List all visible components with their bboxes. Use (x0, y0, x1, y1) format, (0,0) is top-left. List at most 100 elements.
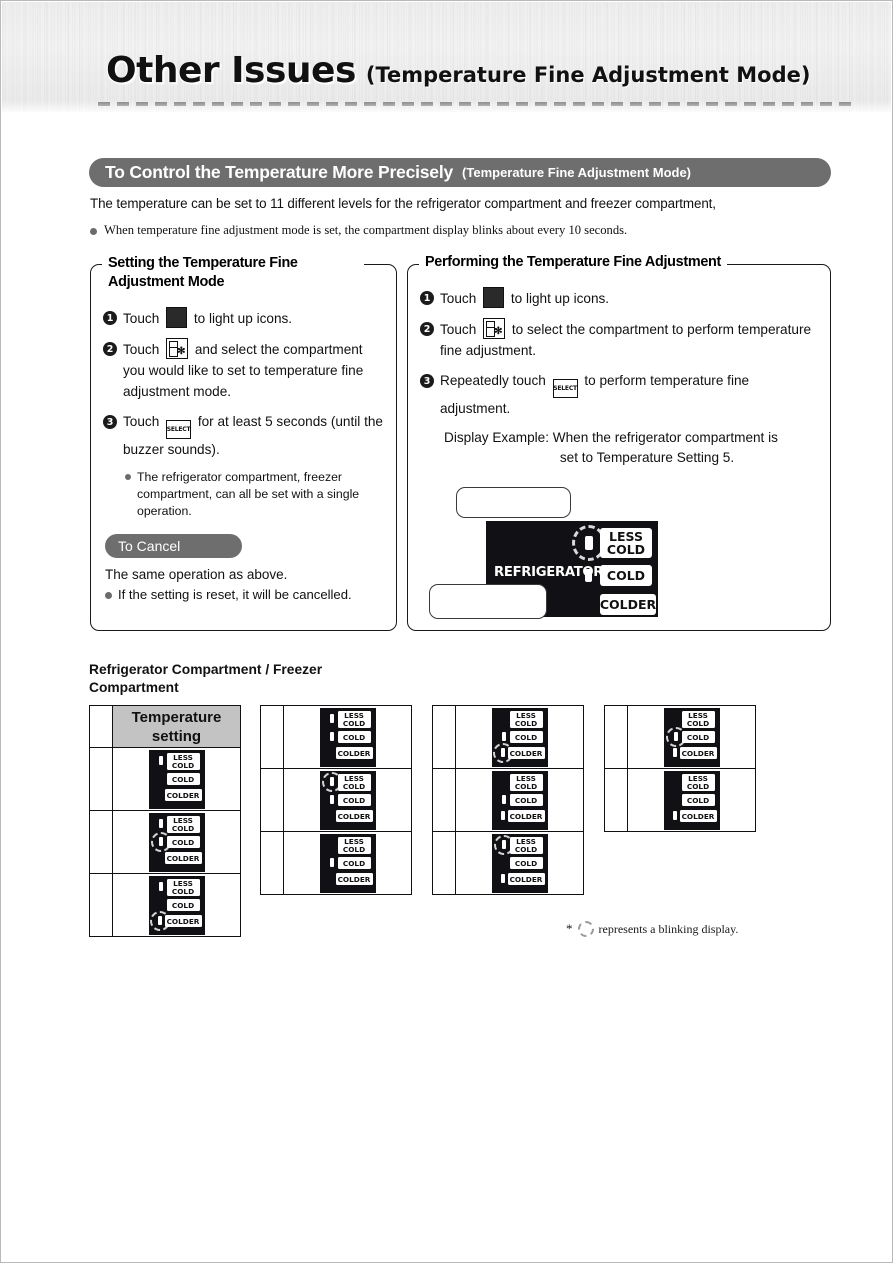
table-row: LESS COLD COLD COLDER (260, 831, 412, 895)
step-text: Touch SELECT for at least 5 seconds (unt… (123, 411, 386, 460)
cancel-instruction-text: The same operation as above. (105, 567, 288, 582)
label-less-cold: LESS COLD (337, 837, 371, 854)
step-pre-text: Touch (440, 322, 477, 337)
label-cold: COLD (166, 836, 200, 848)
table-header-row: Temperature setting (89, 705, 241, 748)
label-cold: COLD (600, 565, 652, 586)
bullet-dot-icon (125, 474, 131, 480)
label-less-cold: LESS COLD (166, 816, 200, 833)
led-less-cold (501, 840, 506, 849)
label-colder: COLDER (164, 789, 202, 801)
label-less-cold: LESS COLD (509, 837, 543, 854)
label-less-cold: LESS COLD (600, 528, 652, 558)
label-less-cold: LESS COLD (337, 711, 371, 728)
table-index-cell (260, 705, 284, 769)
mini-display: LESS COLD COLD COLDER (663, 771, 720, 830)
bullet-dot-icon (90, 228, 97, 235)
label-cold: COLD (681, 794, 715, 806)
setting-mode-steps: 1 Touch to light up icons. 2 Touch ✻ and… (103, 307, 386, 602)
step-pre-text: Touch (123, 342, 160, 357)
mini-display: LESS COLD COLD COLDER (663, 708, 720, 767)
label-colder: COLDER (507, 747, 545, 759)
performing-steps: 1 Touch to light up icons. 2 Touch ✻ to … (420, 287, 820, 468)
cancel-bullet-text: If the setting is reset, it will be canc… (118, 587, 352, 602)
table-column-header: Temperature setting (112, 705, 241, 748)
setting-mode-panel-title: Setting the Temperature Fine Adjustment … (102, 254, 364, 292)
display-example-caption: Display Example: When the refrigerator c… (444, 428, 820, 468)
label-colder: COLDER (679, 747, 717, 759)
temperature-table-column-2: LESS COLD COLD COLDER LESS COLD COLD COLDER LESS… (260, 705, 412, 895)
table-display-cell: LESS COLD COLD COLDER (112, 810, 241, 874)
temperature-table-column-4: LESS COLD COLD COLDER LESS COLD COLD COLDER (604, 705, 756, 832)
led-less-cold (158, 756, 163, 765)
table-index-cell (260, 768, 284, 832)
label-cold: COLD (509, 857, 543, 869)
display-example-line2: set to Temperature Setting 5. (559, 450, 735, 465)
led-cold (673, 732, 678, 741)
table-row: LESS COLD COLD COLDER (89, 747, 241, 811)
table-display-cell: LESS COLD COLD COLDER (112, 873, 241, 937)
table-display-cell: LESS COLD COLD COLDER (627, 768, 756, 832)
led-less-cold (158, 819, 163, 828)
label-colder: COLDER (335, 810, 373, 822)
mini-display: LESS COLD COLD COLDER (319, 771, 376, 830)
step-text: Touch to light up icons. (440, 287, 820, 309)
step-number-badge: 1 (420, 291, 434, 305)
step-number-badge: 3 (103, 415, 117, 429)
mini-display: LESS COLD COLD COLDER (148, 876, 205, 935)
led-cold (329, 795, 334, 804)
label-less-cold: LESS COLD (681, 774, 715, 791)
step-post-text: for at least 5 seconds (until the buzzer… (123, 414, 383, 457)
footnote-star: * (566, 921, 573, 936)
label-colder: COLDER (679, 810, 717, 822)
table-display-cell: LESS COLD COLD COLDER (283, 831, 412, 895)
label-less-cold: LESS COLD (166, 879, 200, 896)
step-text: Touch to light up icons. (123, 307, 386, 329)
led-less-cold (329, 714, 334, 723)
performing-adjustment-panel: Performing the Temperature Fine Adjustme… (407, 254, 831, 631)
step-pre-text: Touch (123, 414, 160, 429)
table-index-cell (432, 705, 456, 769)
table-section-heading: Refrigerator Compartment / Freezer Compa… (89, 662, 323, 695)
section-bullet-note: When temperature fine adjustment mode is… (90, 223, 850, 238)
label-colder: COLDER (600, 594, 656, 615)
header-main-title: Other Issues (106, 50, 356, 91)
setting-step-2: 2 Touch ✻ and select the compartment you… (103, 338, 386, 402)
setting-sub-bullet-text: The refrigerator compartment, freezer co… (137, 470, 360, 518)
step-pre-text: Repeatedly touch (440, 373, 546, 388)
table-index-cell (260, 831, 284, 895)
led-colder (500, 874, 505, 883)
select-key-icon: SELECT (166, 420, 192, 439)
table-display-cell: LESS COLD COLD COLDER (283, 768, 412, 832)
label-cold: COLD (681, 731, 715, 743)
callout-box-top (456, 487, 571, 518)
step-text: Touch ✻ and select the compartment you w… (123, 338, 386, 402)
cancel-bullet: If the setting is reset, it will be canc… (105, 587, 386, 602)
led-colder (500, 748, 505, 757)
label-cold: COLD (509, 731, 543, 743)
led-less-cold (329, 777, 334, 786)
led-colder (157, 916, 162, 925)
compartment-select-key-icon: ✻ (166, 338, 189, 359)
led-cold (501, 732, 506, 741)
table-index-cell (89, 873, 113, 937)
led-colder (672, 811, 677, 820)
performing-step-3: 3 Repeatedly touch SELECT to perform tem… (420, 370, 820, 419)
callout-box-bottom (429, 584, 547, 619)
footnote-text: represents a blinking display. (598, 921, 739, 936)
display-example-line1: Display Example: When the refrigerator c… (444, 430, 778, 445)
table-row: LESS COLD COLD COLDER (604, 705, 756, 769)
step-number-badge: 1 (103, 311, 117, 325)
table-row: LESS COLD COLD COLDER (432, 831, 584, 895)
label-colder: COLDER (335, 873, 373, 885)
mini-display: LESS COLD COLD COLDER (491, 708, 548, 767)
setting-mode-panel: Setting the Temperature Fine Adjustment … (90, 254, 397, 631)
header-dashed-rule (98, 102, 853, 106)
led-cold (585, 569, 592, 582)
step-number-badge: 3 (420, 374, 434, 388)
step-text: Repeatedly touch SELECT to perform tempe… (440, 370, 820, 419)
mini-display: LESS COLD COLD COLDER (491, 771, 548, 830)
manual-page: Other Issues (Temperature Fine Adjustmen… (0, 0, 893, 1263)
section-bullet-text: When temperature fine adjustment mode is… (104, 223, 628, 237)
label-less-cold: LESS COLD (509, 774, 543, 791)
